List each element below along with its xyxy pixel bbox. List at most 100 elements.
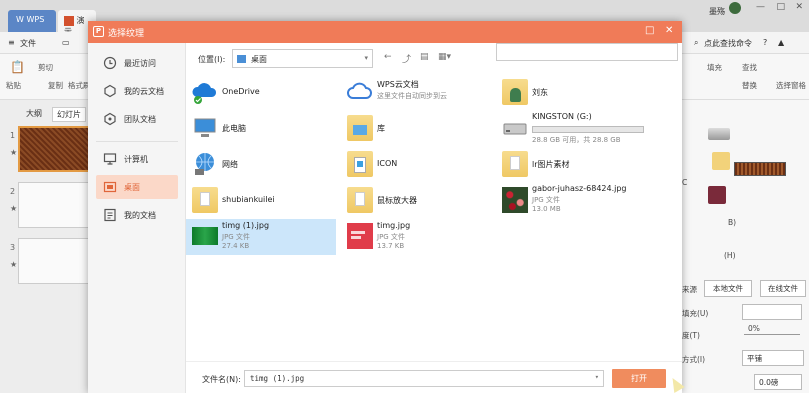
file-item-user-folder[interactable]: 刘东 bbox=[496, 75, 646, 109]
sidebar-divider bbox=[96, 141, 178, 142]
maximize-icon[interactable]: □ bbox=[645, 25, 654, 36]
sidebar-item-cloud-docs[interactable]: 我的云文档 bbox=[96, 79, 178, 103]
star-icon: ★ bbox=[10, 148, 18, 157]
star-icon: ★ bbox=[10, 204, 18, 213]
find-button[interactable]: 查找 bbox=[742, 62, 757, 73]
slide-number: 3 bbox=[10, 243, 16, 252]
tab-outline[interactable]: 大纲 bbox=[22, 107, 46, 120]
menu-icon[interactable]: ≡ bbox=[8, 38, 15, 47]
paste-icon[interactable]: 📋 bbox=[10, 60, 25, 74]
file-item-timg-jpg[interactable]: timg.jpg JPG 文件 13.7 KB bbox=[341, 219, 491, 255]
file-item-gabor-jpg[interactable]: gabor-juhasz-68424.jpg JPG 文件 13.0 MB bbox=[496, 183, 646, 219]
maximize-icon[interactable]: □ bbox=[776, 2, 785, 12]
slide-number: 2 bbox=[10, 187, 16, 196]
dialog-title: 选择纹理 bbox=[108, 29, 145, 39]
sidebar-item-computer[interactable]: 计算机 bbox=[96, 147, 178, 171]
offset-input[interactable]: 0.0磅 bbox=[754, 374, 802, 390]
sidebar-item-recent[interactable]: 最近访问 bbox=[96, 51, 178, 75]
texture-source-label: 来源 bbox=[682, 285, 697, 294]
label-h: (H) bbox=[724, 251, 736, 260]
chevron-down-icon[interactable]: ▾ bbox=[595, 373, 599, 381]
image-icon bbox=[502, 187, 528, 213]
up-folder-icon[interactable]: ⤴ bbox=[402, 52, 411, 65]
sidebar-item-team-docs[interactable]: 团队文档 bbox=[96, 107, 178, 131]
slide-thumbnail-3[interactable] bbox=[18, 238, 90, 284]
settings-icon[interactable]: ▲ bbox=[778, 38, 784, 47]
open-button[interactable]: 打开 bbox=[612, 369, 666, 388]
local-file-button[interactable]: 本地文件 bbox=[704, 280, 752, 297]
file-item-wps-cloud[interactable]: WPS云文档 这里文件自动同步到云 bbox=[341, 75, 491, 109]
selection-pane-button[interactable]: 选择窗格 bbox=[776, 80, 806, 91]
fill-button[interactable]: 填充 bbox=[707, 62, 722, 73]
file-item-this-pc[interactable]: 此电脑 bbox=[186, 111, 336, 145]
image-icon bbox=[708, 186, 726, 204]
wps-logo-icon: W bbox=[16, 15, 27, 24]
file-item-network[interactable]: 网络 bbox=[186, 147, 336, 181]
pc-icon bbox=[194, 118, 216, 137]
onedrive-icon bbox=[192, 83, 217, 104]
computer-icon bbox=[103, 153, 117, 165]
help-icon[interactable]: ? bbox=[763, 38, 767, 47]
chevron-down-icon: ▾ bbox=[364, 54, 368, 62]
file-item-shubiankuilei[interactable]: shubiankuilei bbox=[186, 183, 336, 217]
fill-color-select[interactable] bbox=[742, 304, 802, 320]
command-search[interactable]: 点此查找命令 bbox=[704, 38, 752, 49]
file-item-lr-folder[interactable]: lr图片素材 bbox=[496, 147, 646, 181]
new-folder-icon[interactable]: ▤ bbox=[420, 52, 429, 62]
dialog-titlebar: P 选择纹理 □ ✕ bbox=[88, 21, 682, 43]
texture-preview[interactable] bbox=[734, 162, 786, 176]
tab-slides[interactable]: 幻灯片 bbox=[52, 107, 86, 122]
location-select[interactable]: 桌面 ▾ bbox=[232, 49, 373, 68]
documents-icon bbox=[104, 208, 116, 222]
select-texture-dialog: P 选择纹理 □ ✕ 最近访问 我的云文档 团队文档 计算机 桌面 我的文档 位… bbox=[88, 21, 682, 393]
file-item-library[interactable]: 库 bbox=[341, 111, 491, 145]
file-item-onedrive[interactable]: OneDrive bbox=[186, 75, 336, 109]
folder-icon bbox=[347, 187, 373, 213]
open-icon[interactable]: ▭ bbox=[62, 38, 70, 47]
file-item-kingston-drive[interactable]: KINGSTON (G:) 28.8 GB 可用，共 28.8 GB bbox=[496, 111, 646, 145]
icon-folder-icon bbox=[347, 151, 373, 177]
back-icon[interactable]: ← bbox=[384, 52, 392, 62]
label-b: B) bbox=[728, 218, 737, 227]
folder-icon bbox=[712, 152, 730, 170]
sidebar-item-my-documents[interactable]: 我的文档 bbox=[96, 203, 178, 227]
desktop-icon bbox=[103, 181, 117, 193]
avatar[interactable] bbox=[729, 2, 741, 14]
slide-thumbnail-2[interactable] bbox=[18, 182, 90, 228]
transparency-label: 度(T) bbox=[682, 331, 700, 340]
minimize-icon[interactable]: — bbox=[756, 2, 765, 12]
view-menu-icon[interactable]: ▦▾ bbox=[438, 52, 451, 62]
wps-logo-icon: P bbox=[93, 26, 104, 37]
filename-input[interactable]: timg (1).jpg ▾ bbox=[244, 370, 604, 387]
mode-select[interactable]: 平铺 bbox=[742, 350, 804, 366]
online-file-button[interactable]: 在线文件 bbox=[760, 280, 806, 297]
clock-icon bbox=[103, 56, 117, 70]
cut-button[interactable]: 剪切 bbox=[38, 62, 53, 73]
transparency-value: 0% bbox=[748, 324, 760, 333]
sidebar-item-desktop[interactable]: 桌面 bbox=[96, 175, 178, 199]
tab-wps[interactable]: W WPS bbox=[8, 10, 56, 32]
network-icon bbox=[195, 153, 214, 175]
paste-button[interactable]: 粘贴 bbox=[6, 80, 21, 91]
search-input[interactable] bbox=[496, 43, 678, 61]
file-item-mouse-magnifier[interactable]: 鼠标放大器 bbox=[341, 183, 491, 217]
places-sidebar: 最近访问 我的云文档 团队文档 计算机 桌面 我的文档 bbox=[88, 43, 186, 393]
location-label: 位置(I): bbox=[198, 55, 226, 64]
transparency-slider[interactable] bbox=[744, 334, 800, 335]
copy-button[interactable]: 复制 bbox=[48, 80, 63, 91]
slides-pane: 大纲 幻灯片 1 ★ 2 ★ 3 ★ bbox=[0, 100, 90, 393]
file-item-icon-folder[interactable]: ICON bbox=[341, 147, 491, 181]
slide-thumbnail-1[interactable] bbox=[18, 126, 90, 172]
filename-bar: 文件名(N): timg (1).jpg ▾ 打开 bbox=[186, 361, 682, 393]
folder-icon bbox=[192, 187, 218, 213]
close-icon[interactable]: ✕ bbox=[665, 25, 673, 36]
replace-button[interactable]: 替换 bbox=[742, 80, 757, 91]
label-c: C bbox=[682, 178, 688, 187]
folder-icon bbox=[502, 151, 528, 177]
close-icon[interactable]: ✕ bbox=[795, 2, 803, 12]
fill-label: 填充(U) bbox=[682, 309, 709, 318]
menu-file[interactable]: 文件 bbox=[20, 38, 36, 49]
user-name[interactable]: 墨殇 bbox=[709, 6, 725, 17]
slide-number: 1 bbox=[10, 131, 16, 140]
file-item-timg-1-jpg[interactable]: timg (1).jpg JPG 文件 27.4 KB bbox=[186, 219, 336, 255]
